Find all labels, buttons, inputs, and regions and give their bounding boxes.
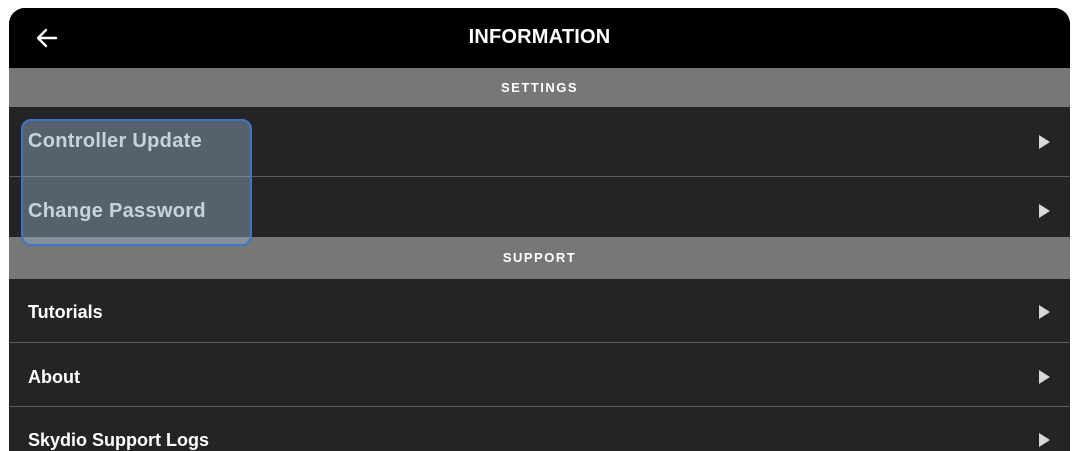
menu-item-label: Tutorials (28, 302, 103, 322)
chevron-right-icon (1039, 305, 1050, 319)
chevron-right-icon (1039, 135, 1050, 149)
menu-item-controller-update[interactable]: Controller Update (9, 107, 1070, 176)
menu-item-about[interactable]: About (9, 343, 1070, 406)
section-header-support: SUPPORT (9, 237, 1070, 279)
menu-item-label: Change Password (28, 200, 206, 222)
page-title: INFORMATION (468, 26, 611, 48)
menu-item-label: Skydio Support Logs (28, 430, 210, 450)
menu-item-label: About (28, 367, 80, 387)
chevron-right-icon (1039, 204, 1050, 218)
chevron-right-icon (1039, 433, 1050, 447)
information-screen: INFORMATION SETTINGS Controller Update C… (9, 8, 1070, 451)
menu-item-change-password[interactable]: Change Password (9, 177, 1070, 237)
menu-item-label: Controller Update (28, 130, 202, 152)
chevron-right-icon (1039, 370, 1050, 384)
section-header-settings: SETTINGS (9, 68, 1070, 107)
menu-item-skydio-support-logs[interactable]: Skydio Support Logs (9, 407, 1070, 451)
title-bar: INFORMATION (9, 8, 1070, 68)
menu-item-tutorials[interactable]: Tutorials (9, 279, 1070, 342)
